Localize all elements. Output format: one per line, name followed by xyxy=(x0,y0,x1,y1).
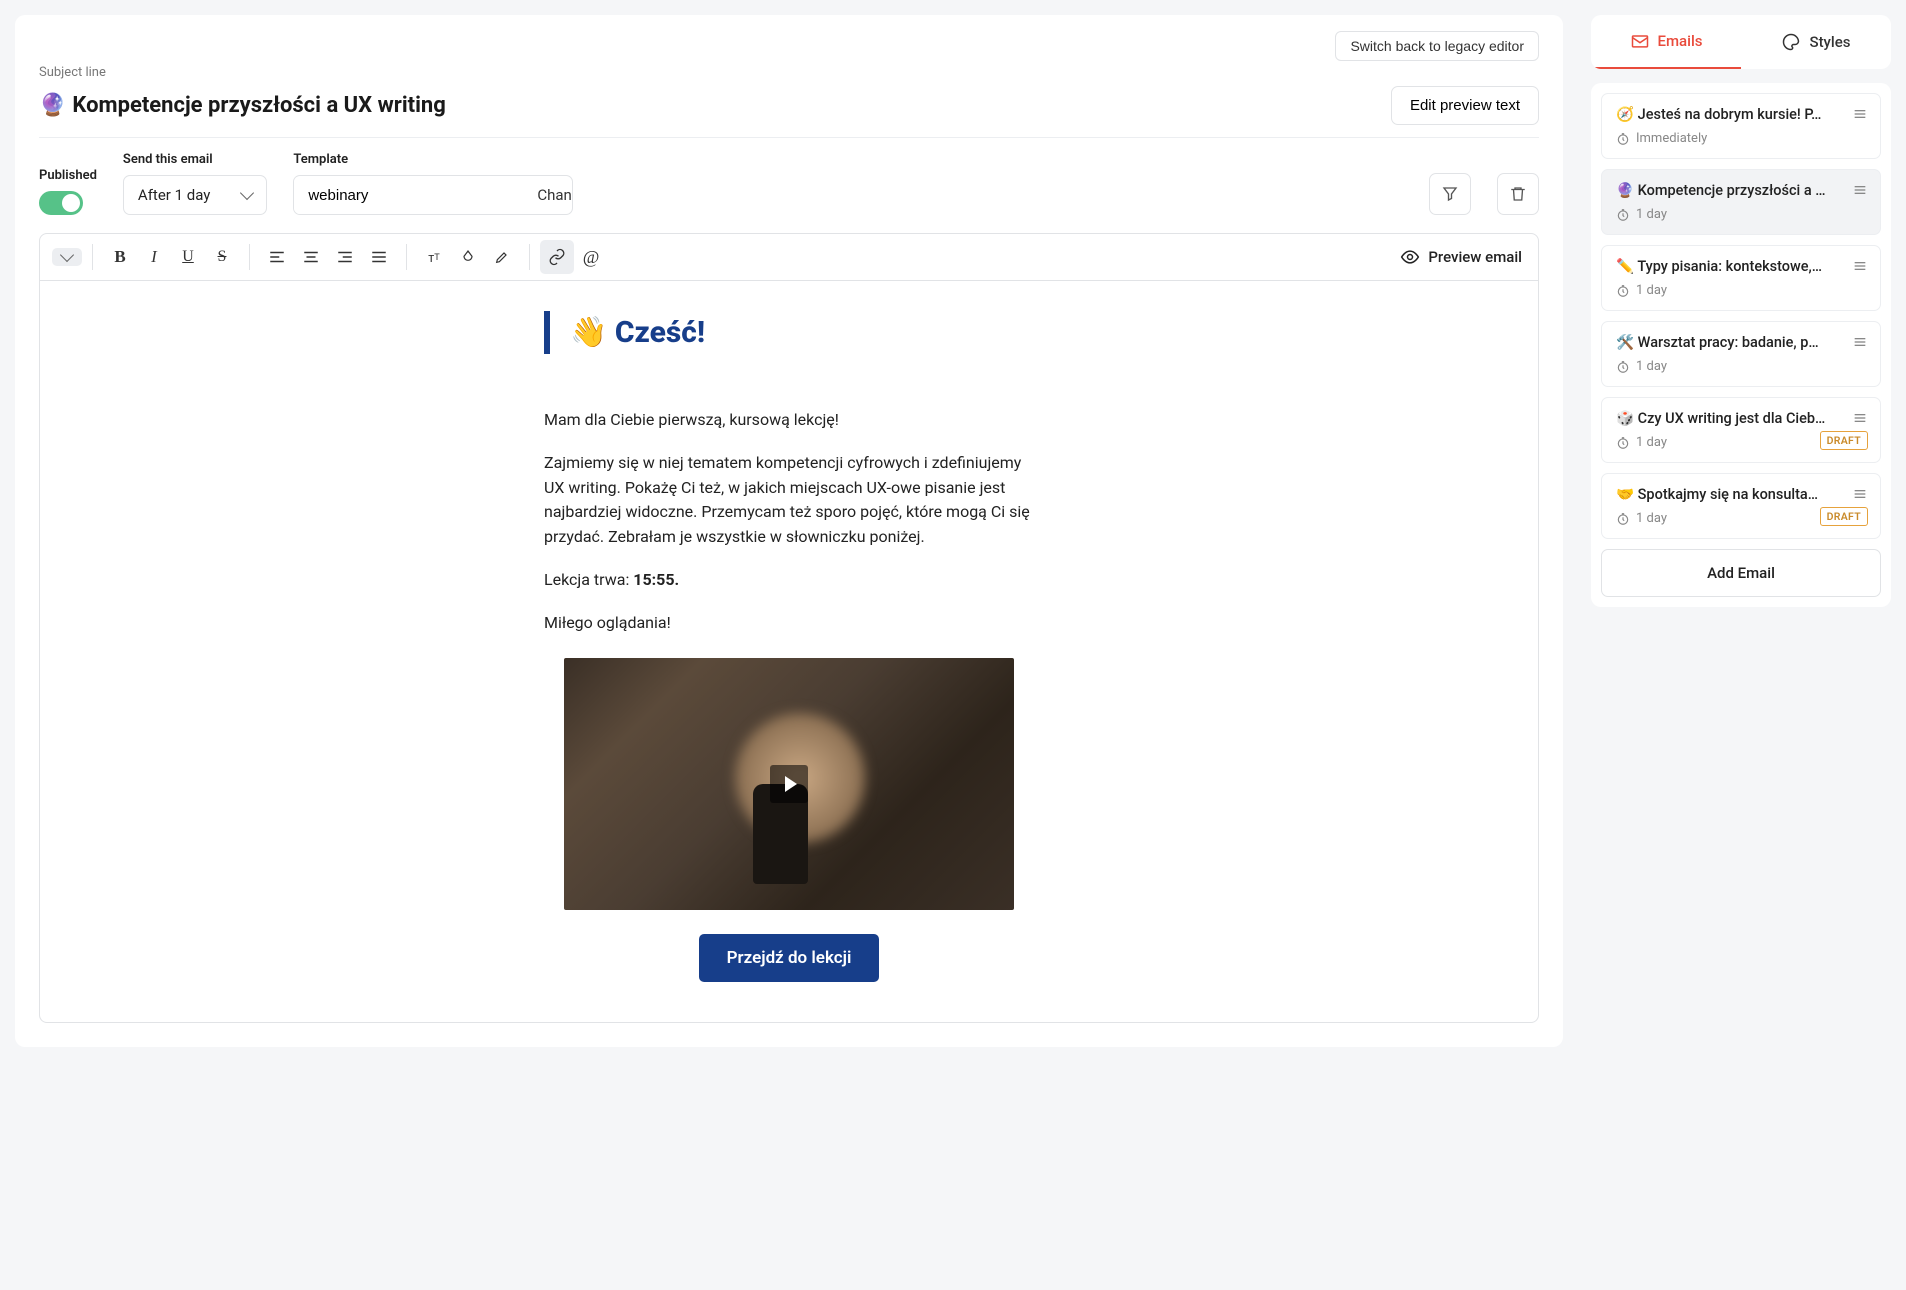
align-justify-button[interactable] xyxy=(362,240,396,274)
bold-button[interactable]: B xyxy=(103,240,137,274)
change-template-button[interactable]: Change xyxy=(521,176,573,214)
trash-icon xyxy=(1509,185,1527,203)
send-label: Send this email xyxy=(123,152,267,167)
highlight-button[interactable] xyxy=(485,240,519,274)
content-paragraph: Zajmiemy się w niej tematem kompetencji … xyxy=(544,451,1034,550)
tab-styles[interactable]: Styles xyxy=(1741,15,1891,69)
align-right-icon xyxy=(336,248,354,266)
template-label: Template xyxy=(293,152,573,167)
block-type-select[interactable] xyxy=(52,248,82,266)
envelope-icon xyxy=(1630,31,1650,51)
email-item-title: ✏️ Typy pisania: kontekstowe,… xyxy=(1616,258,1866,275)
main-editor-panel: Switch back to legacy editor Subject lin… xyxy=(15,15,1563,1047)
email-list-item[interactable]: 🛠️ Warsztat pracy: badanie, p… 1 day xyxy=(1601,321,1881,387)
underline-button[interactable]: U xyxy=(171,240,205,274)
strikethrough-button[interactable]: S xyxy=(205,240,239,274)
published-label: Published xyxy=(39,168,97,183)
draft-badge: DRAFT xyxy=(1820,431,1868,450)
color-button[interactable] xyxy=(451,240,485,274)
content-paragraph: Lekcja trwa: 15:55. xyxy=(544,568,1034,593)
drag-handle-icon[interactable] xyxy=(1852,410,1868,426)
sidebar: Emails Styles 🧭 Jesteś na dobrym kursie!… xyxy=(1591,15,1891,1047)
subject-line-label: Subject line xyxy=(39,65,1539,80)
palette-icon xyxy=(1781,32,1801,52)
link-button[interactable] xyxy=(540,240,574,274)
content-paragraph: Mam dla Ciebie pierwszą, kursową lekcję! xyxy=(544,408,1034,433)
cta-button[interactable]: Przejdź do lekcji xyxy=(699,934,880,982)
chevron-down-icon xyxy=(240,186,254,200)
drag-handle-icon[interactable] xyxy=(1852,486,1868,502)
edit-preview-text-button[interactable]: Edit preview text xyxy=(1391,86,1539,125)
eye-icon xyxy=(1400,247,1420,267)
align-right-button[interactable] xyxy=(328,240,362,274)
subject-emoji: 🔮 xyxy=(39,93,66,118)
preview-email-button[interactable]: Preview email xyxy=(1396,241,1526,273)
send-delay-select[interactable]: After 1 day xyxy=(123,175,267,215)
subject-line-input[interactable]: 🔮 Kompetencje przyszłości a UX writing xyxy=(39,93,446,118)
drag-handle-icon[interactable] xyxy=(1852,258,1868,274)
filter-icon xyxy=(1441,185,1459,203)
content-paragraph: Miłego oglądania! xyxy=(544,611,1034,636)
email-item-timing: 1 day xyxy=(1616,283,1866,298)
align-left-button[interactable] xyxy=(260,240,294,274)
email-item-title: 🎲 Czy UX writing jest dla Cieb… xyxy=(1616,410,1866,427)
font-size-button[interactable]: тT xyxy=(417,240,451,274)
delete-button[interactable] xyxy=(1497,173,1539,215)
email-item-timing: Immediately xyxy=(1616,131,1866,146)
filter-button[interactable] xyxy=(1429,173,1471,215)
drag-handle-icon[interactable] xyxy=(1852,106,1868,122)
email-item-title: 🤝 Spotkajmy się na konsulta… xyxy=(1616,486,1866,503)
editor-toolbar: B I U S тT xyxy=(40,234,1538,281)
clock-icon xyxy=(1616,208,1630,222)
clock-icon xyxy=(1616,360,1630,374)
italic-button[interactable]: I xyxy=(137,240,171,274)
email-list-item[interactable]: 🎲 Czy UX writing jest dla Cieb…1 dayDRAF… xyxy=(1601,397,1881,463)
clock-icon xyxy=(1616,284,1630,298)
video-thumbnail[interactable] xyxy=(564,658,1014,910)
align-center-button[interactable] xyxy=(294,240,328,274)
align-center-icon xyxy=(302,248,320,266)
legacy-editor-button[interactable]: Switch back to legacy editor xyxy=(1335,31,1539,61)
subject-text: Kompetencje przyszłości a UX writing xyxy=(72,93,445,118)
tab-emails[interactable]: Emails xyxy=(1591,15,1741,69)
droplet-icon xyxy=(460,249,476,265)
draft-badge: DRAFT xyxy=(1820,507,1868,526)
drag-handle-icon[interactable] xyxy=(1852,334,1868,350)
highlighter-icon xyxy=(494,249,510,265)
link-icon xyxy=(548,248,566,266)
clock-icon xyxy=(1616,512,1630,526)
email-list-item[interactable]: ✏️ Typy pisania: kontekstowe,… 1 day xyxy=(1601,245,1881,311)
editor-content[interactable]: 👋 Cześć! Mam dla Ciebie pierwszą, kursow… xyxy=(40,281,1538,1022)
drag-handle-icon[interactable] xyxy=(1852,182,1868,198)
align-justify-icon xyxy=(370,248,388,266)
email-list-item[interactable]: 🔮 Kompetencje przyszłości a … 1 day xyxy=(1601,169,1881,235)
email-item-timing: 1 day xyxy=(1616,359,1866,374)
chevron-down-icon xyxy=(60,248,74,262)
published-toggle[interactable] xyxy=(39,191,83,215)
clock-icon xyxy=(1616,132,1630,146)
content-heading: 👋 Cześć! xyxy=(570,315,1034,350)
email-list-item[interactable]: 🤝 Spotkajmy się na konsulta…1 dayDRAFT xyxy=(1601,473,1881,539)
template-input[interactable] xyxy=(294,177,521,214)
clock-icon xyxy=(1616,436,1630,450)
email-item-title: 🛠️ Warsztat pracy: badanie, p… xyxy=(1616,334,1866,351)
add-email-button[interactable]: Add Email xyxy=(1601,549,1881,597)
email-list-item[interactable]: 🧭 Jesteś na dobrym kursie! P… Immediately xyxy=(1601,93,1881,159)
email-list: 🧭 Jesteś na dobrym kursie! P… Immediately… xyxy=(1591,83,1891,607)
email-item-timing: 1 day xyxy=(1616,207,1866,222)
email-item-title: 🧭 Jesteś na dobrym kursie! P… xyxy=(1616,106,1866,123)
play-icon xyxy=(770,765,808,803)
align-left-icon xyxy=(268,248,286,266)
mention-button[interactable]: @ xyxy=(574,240,608,274)
email-item-title: 🔮 Kompetencje przyszłości a … xyxy=(1616,182,1866,199)
